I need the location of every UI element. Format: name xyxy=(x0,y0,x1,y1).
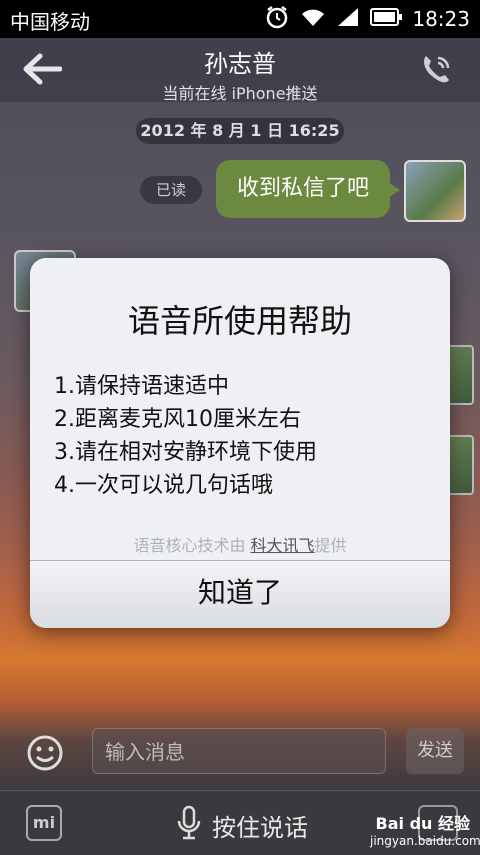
hold-to-talk-label: 按住说话 xyxy=(212,813,308,842)
send-button[interactable]: 发送 xyxy=(406,728,464,774)
credit-text: 语音核心技术由 科大讯飞提供 xyxy=(30,532,450,556)
iflytek-link[interactable]: 科大讯飞 xyxy=(251,536,315,555)
mi-icon[interactable]: mi xyxy=(26,805,62,841)
composer: 输入消息 发送 xyxy=(0,722,480,786)
help-item: 4.一次可以说几句话哦 xyxy=(54,473,273,498)
message-timestamp: 2012 年 8 月 1 日 16:25 xyxy=(136,118,344,144)
status-bar: 中国移动 18:23 xyxy=(0,0,480,38)
signal-icon xyxy=(336,6,360,32)
voice-help-dialog: 语音所使用帮助 1.请保持语速适中 2.距离麦克风10厘米左右 3.请在相对安静… xyxy=(30,258,450,628)
watermark-url: jingyan.baidu.com xyxy=(370,834,480,848)
read-status-badge: 已读 xyxy=(140,176,202,204)
my-avatar[interactable] xyxy=(404,160,466,222)
emoji-icon[interactable] xyxy=(26,734,64,776)
wifi-icon xyxy=(300,6,326,32)
clock-time: 18:23 xyxy=(412,7,470,31)
message-input[interactable]: 输入消息 xyxy=(92,728,386,774)
credit-prefix: 语音核心技术由 xyxy=(133,536,251,555)
help-item: 3.请在相对安静环境下使用 xyxy=(54,440,317,465)
baidu-watermark: Bai du 经验 jingyan.baidu.com xyxy=(370,810,480,848)
watermark-brand: Bai du 经验 xyxy=(375,814,470,833)
help-item: 1.请保持语速适中 xyxy=(54,374,229,399)
hold-to-talk-button[interactable]: 按住说话 xyxy=(176,805,308,845)
outgoing-message-bubble[interactable]: 收到私信了吧 xyxy=(216,160,400,218)
contact-name: 孙志普 xyxy=(204,50,276,78)
got-it-button[interactable]: 知道了 xyxy=(30,561,450,628)
battery-icon xyxy=(370,8,403,30)
dialog-title: 语音所使用帮助 xyxy=(127,302,352,340)
help-item: 2.距离麦克风10厘米左右 xyxy=(54,407,301,432)
help-list: 1.请保持语速适中 2.距离麦克风10厘米左右 3.请在相对安静环境下使用 4.… xyxy=(54,370,317,502)
carrier-label: 中国移动 xyxy=(10,10,90,34)
alarm-icon xyxy=(264,4,290,34)
credit-suffix: 提供 xyxy=(314,536,347,555)
microphone-icon xyxy=(176,805,202,845)
chat-header: 孙志普 当前在线 iPhone推送 xyxy=(0,38,480,103)
contact-status: 当前在线 iPhone推送 xyxy=(162,84,318,103)
phone-icon[interactable] xyxy=(418,52,454,92)
